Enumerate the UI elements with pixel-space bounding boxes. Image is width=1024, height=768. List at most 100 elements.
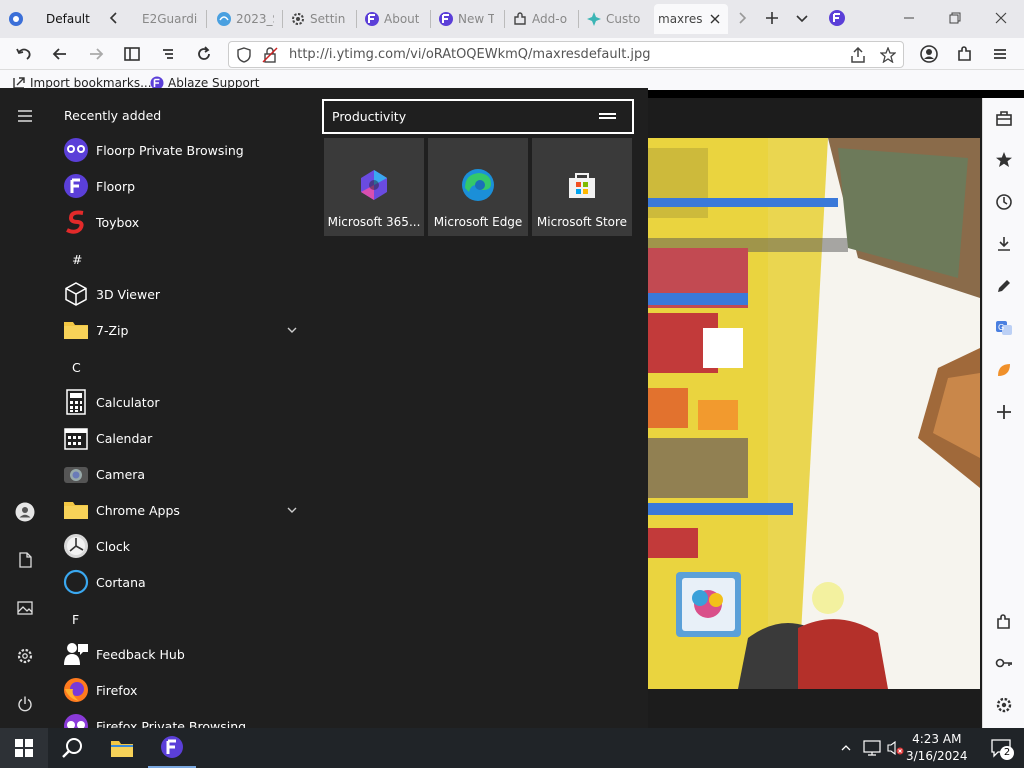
address-bar[interactable]: http://i.ytimg.com/vi/oRAtOQEWkmQ/maxres…: [228, 41, 904, 68]
account-button[interactable]: [917, 42, 941, 66]
app-camera[interactable]: Camera: [50, 456, 312, 492]
documents-button[interactable]: [13, 548, 37, 572]
mask-icon: [63, 137, 89, 163]
expand-menu-button[interactable]: [13, 104, 37, 128]
tab-new[interactable]: New T: [434, 4, 498, 34]
app-firefox-private-browsing[interactable]: Firefox Private Browsing: [50, 708, 312, 728]
app-chrome-apps-folder[interactable]: Chrome Apps: [50, 492, 312, 528]
app-menu-button[interactable]: [988, 42, 1012, 66]
tab-addons[interactable]: Add-o: [508, 4, 574, 34]
folder-icon: [63, 317, 89, 343]
close-tab-icon[interactable]: [710, 14, 720, 24]
pictures-button[interactable]: [13, 596, 37, 620]
sidebar-settings-button[interactable]: [992, 693, 1016, 717]
passwords-panel-button[interactable]: [992, 651, 1016, 675]
section-letter-f[interactable]: F: [72, 612, 79, 627]
app-calendar[interactable]: Calendar: [50, 420, 312, 456]
bookmark-star-icon[interactable]: [879, 46, 897, 64]
close-window-button[interactable]: [978, 0, 1024, 36]
tile-microsoft-edge[interactable]: Microsoft Edge: [428, 138, 528, 236]
search-button[interactable]: [48, 728, 96, 768]
extensions-button[interactable]: [953, 42, 977, 66]
translate-panel-button[interactable]: G: [992, 316, 1016, 340]
user-account-button[interactable]: [13, 500, 37, 524]
feedback-icon: [63, 641, 89, 667]
tab-favicon-icon: [216, 11, 232, 27]
restore-button[interactable]: [932, 0, 978, 36]
add-panel-button[interactable]: [992, 400, 1016, 424]
clock-time: 4:23 AM: [912, 732, 962, 746]
tab-settings[interactable]: Settings: [286, 4, 350, 34]
tab-label: Default: [46, 12, 90, 26]
app-floorp-private-browsing[interactable]: Floorp Private Browsing: [50, 132, 312, 168]
tab-e2guardian[interactable]: E2Guardian: [128, 4, 202, 34]
tile-microsoft-store[interactable]: Microsoft Store: [532, 138, 632, 236]
clock[interactable]: 4:23 AM 3/16/2024: [906, 731, 968, 765]
tile-microsoft-365[interactable]: Microsoft 365...: [324, 138, 424, 236]
scroll-tabs-left-button[interactable]: [102, 6, 126, 30]
section-letter-c[interactable]: C: [72, 360, 81, 375]
insecure-lock-icon[interactable]: [261, 46, 279, 64]
bookmarks-panel-button[interactable]: [992, 148, 1016, 172]
minimize-button[interactable]: [886, 0, 932, 36]
scroll-tabs-right-button[interactable]: [730, 6, 754, 30]
show-hidden-icons-button[interactable]: [836, 728, 856, 768]
app-floorp[interactable]: Floorp: [50, 168, 312, 204]
chevron-down-icon[interactable]: [286, 504, 298, 516]
chevron-down-icon[interactable]: [286, 324, 298, 336]
gear-icon: [290, 11, 306, 27]
app-3d-viewer[interactable]: 3D Viewer: [50, 276, 312, 312]
addons-panel-button[interactable]: [992, 610, 1016, 634]
notification-icon: 2: [990, 737, 1014, 760]
settings-button[interactable]: [13, 644, 37, 668]
start-button[interactable]: [0, 728, 48, 768]
app-feedback-hub[interactable]: Feedback Hub: [50, 636, 312, 672]
list-all-tabs-button[interactable]: [790, 6, 814, 30]
tile-group-header[interactable]: Productivity: [322, 99, 634, 134]
app-clock[interactable]: Clock: [50, 528, 312, 564]
app-firefox[interactable]: Firefox: [50, 672, 312, 708]
history-panel-button[interactable]: [992, 190, 1016, 214]
power-button[interactable]: [13, 692, 37, 716]
downloads-panel-button[interactable]: [992, 232, 1016, 256]
tab-default-container[interactable]: Default: [4, 4, 96, 34]
tab-maxres-active[interactable]: maxres: [654, 4, 728, 34]
notes-panel-button[interactable]: [992, 274, 1016, 298]
volume-button[interactable]: [884, 728, 906, 768]
shield-icon[interactable]: [235, 46, 253, 64]
app-7zip-folder[interactable]: 7-Zip: [50, 312, 312, 348]
key-icon: [995, 658, 1012, 668]
app-cortana[interactable]: Cortana: [50, 564, 312, 600]
tab-label: Add-o: [532, 12, 568, 26]
arrow-left-icon: [52, 48, 66, 60]
sidebar-toggle-button[interactable]: [120, 42, 144, 66]
chevron-right-icon: [739, 12, 747, 24]
toolbox-button[interactable]: [992, 106, 1016, 130]
floorp-icon: [161, 736, 183, 758]
svg-text:G: G: [998, 323, 1004, 332]
web-panel-button[interactable]: [992, 358, 1016, 382]
app-toybox[interactable]: Toybox: [50, 204, 312, 240]
new-tab-button[interactable]: [760, 6, 784, 30]
floorp-taskbar-button[interactable]: [148, 728, 196, 768]
app-label: Chrome Apps: [96, 502, 180, 518]
undo-close-tab-button[interactable]: [12, 42, 36, 66]
reload-button[interactable]: [192, 42, 216, 66]
back-button[interactable]: [48, 42, 72, 66]
drag-handle-icon[interactable]: [599, 113, 616, 119]
tab-about[interactable]: About: [360, 4, 424, 34]
app-label: 7-Zip: [96, 322, 129, 338]
taskbar: 4:23 AM 3/16/2024 2: [0, 728, 1024, 768]
app-calculator[interactable]: Calculator: [50, 384, 312, 420]
file-explorer-button[interactable]: [98, 728, 146, 768]
tree-tabs-button[interactable]: [156, 42, 180, 66]
forward-button[interactable]: [84, 42, 108, 66]
tab-customize[interactable]: Custo: [582, 4, 648, 34]
floorp-menu-button[interactable]: [825, 6, 849, 30]
notification-center-button[interactable]: 2: [978, 728, 1024, 768]
network-status-button[interactable]: [860, 728, 884, 768]
section-letter-hash[interactable]: #: [72, 252, 82, 267]
share-icon[interactable]: [849, 46, 867, 64]
tab-2023[interactable]: 2023_S: [212, 4, 278, 34]
camera-icon: [63, 461, 89, 487]
